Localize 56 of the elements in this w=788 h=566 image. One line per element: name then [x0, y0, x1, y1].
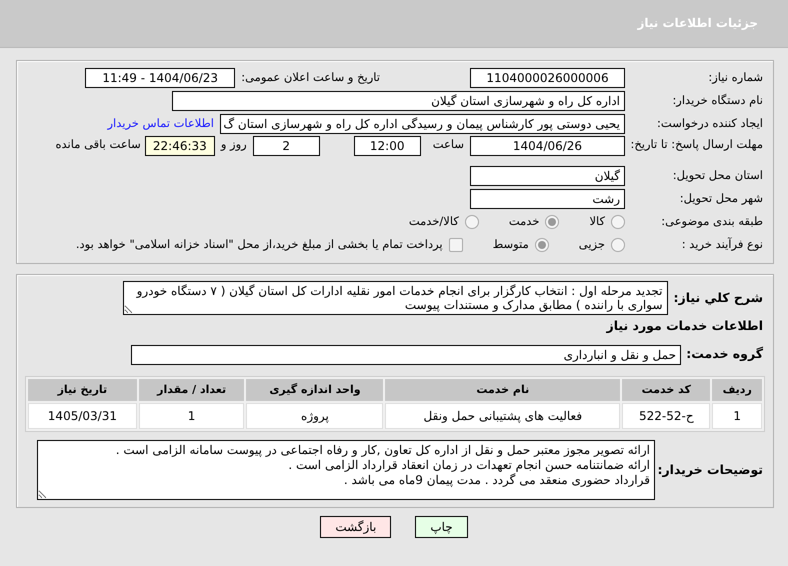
column-header: نام خدمت	[385, 378, 620, 402]
field-label: نام دستگاه خریدار:	[671, 92, 764, 110]
text-field[interactable]: حمل و نقل و انبارداری	[131, 344, 681, 365]
table-cell: 1	[138, 403, 244, 430]
field-label: ساعت باقی مانده	[56, 136, 141, 153]
radio-button[interactable]	[611, 238, 625, 252]
checkbox[interactable]	[448, 238, 463, 252]
text-field[interactable]: 1404/06/26	[470, 136, 625, 156]
table-cell: فعالیت های پشتیبانی حمل ونقل	[385, 403, 620, 430]
field-label: شماره نیاز:	[707, 69, 764, 86]
field-label: ساعت	[432, 136, 464, 153]
table-cell: پروژه	[246, 403, 384, 430]
radio-button[interactable]	[611, 215, 625, 229]
notes-field[interactable]: ارائه تصویر مجوز معتبر حمل و نقل از اداره کل تعاون ,کار و رفاه اجتماعی در پیوست سامانه الزامی است . ارائه ضمانتنامه حسن انجام تعهدات در زمان انعقاد قرارداد الزامی است . قرارداد حضوری منعقد می گردد . مدت پیمان 9ماه می باشد .	[37, 440, 655, 500]
table-cell: 1405/03/31	[28, 403, 137, 430]
table-cell: 1	[712, 403, 762, 430]
column-header: تاریخ نیاز	[28, 378, 137, 402]
option-label: کالا	[589, 213, 605, 230]
option-label: کالا/خدمت	[408, 213, 459, 230]
field-label: شهر محل تحویل:	[678, 190, 764, 208]
field-label: توضیحات خریدار:	[656, 460, 764, 479]
text-field[interactable]: 22:46:33	[144, 136, 215, 156]
option-label: خدمت	[508, 213, 540, 230]
field-label: طبقه بندی موضوعی:	[660, 213, 764, 230]
checkbox-label: پرداخت تمام یا بخشی از مبلغ خرید،از محل "اسناد خزانه اسلامی" خواهد بود.	[76, 236, 443, 254]
text-field[interactable]: گیلان	[470, 166, 625, 186]
text-field[interactable]: 1104000026000006	[470, 68, 625, 88]
radio-button[interactable]	[545, 215, 560, 229]
text-field[interactable]: 1404/06/23 - 11:49	[85, 68, 236, 88]
column-header: کد خدمت	[622, 378, 710, 402]
column-header: واحد اندازه گیری	[246, 378, 384, 402]
column-header: ردیف	[712, 378, 762, 402]
back-button[interactable]: بازگشت	[320, 516, 392, 538]
field-label: گروه خدمت:	[685, 345, 764, 364]
option-label: متوسط	[492, 236, 529, 254]
contact-link[interactable]: اطلاعات تماس خریدار	[107, 115, 214, 133]
option-label: جزیی	[578, 236, 605, 254]
field-label: ایجاد کننده درخواست:	[656, 115, 764, 132]
description-field[interactable]: تجدید مرحله اول : انتخاب کارگزار برای انجام خدمات امور نقلیه ادارات کل استان گیلان ( ۷ دستگاه خودرو سواری با راننده ) مطابق مدارک و مستندات پیوست	[122, 281, 668, 315]
text-field[interactable]: 12:00	[354, 136, 421, 156]
field-label: مهلت ارسال پاسخ: تا تاریخ:	[629, 136, 764, 153]
print-button[interactable]: چاپ	[415, 516, 468, 538]
text-field[interactable]: اداره کل راه و شهرسازی استان گیلان	[172, 91, 625, 111]
text-field[interactable]: رشت	[470, 189, 625, 209]
field-label: شرح کلي نياز:	[674, 288, 764, 307]
field-label: استان محل تحویل:	[672, 167, 764, 184]
table-cell: ح-52-522	[622, 403, 710, 430]
radio-button[interactable]	[464, 215, 479, 229]
text-field[interactable]: یحیی دوستی پور کارشناس پیمان و رسیدگی اداره کل راه و شهرسازی استان گ	[220, 114, 625, 134]
column-header: تعداد / مقدار	[138, 378, 244, 402]
section-title: اطلاعات خدمات مورد نیاز	[605, 317, 763, 335]
radio-button[interactable]	[534, 238, 549, 252]
field-label: روز و	[220, 136, 247, 153]
text-field[interactable]: 2	[252, 136, 320, 156]
field-label: نوع فرآیند خرید :	[680, 236, 764, 254]
field-label: تاریخ و ساعت اعلان عمومی:	[241, 69, 380, 86]
